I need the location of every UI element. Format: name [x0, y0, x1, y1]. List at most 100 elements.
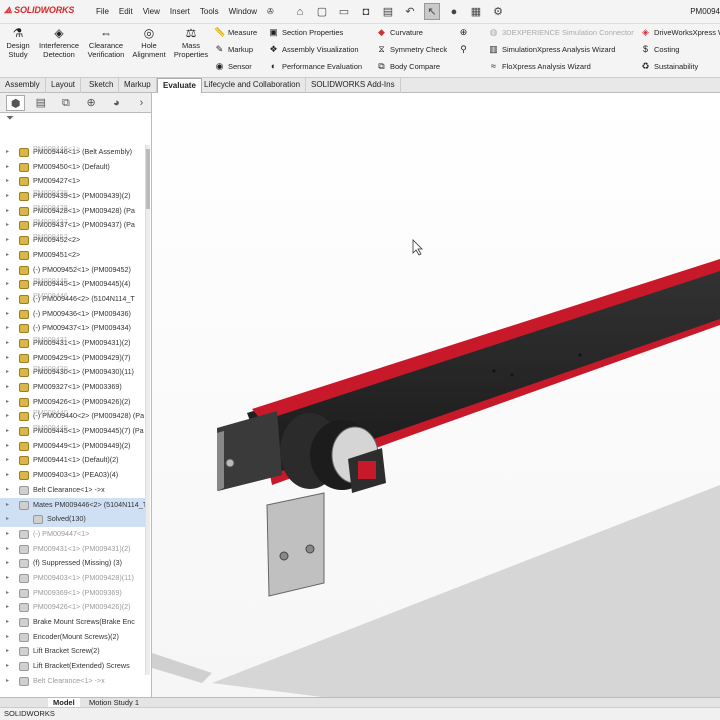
curvature-button[interactable]: ◆ Curvature: [376, 27, 423, 38]
expand-arrow-icon[interactable]: ▸: [6, 483, 9, 498]
floxpress-button[interactable]: ≈ FloXpress Analysis Wizard: [488, 61, 591, 72]
3dexperience-simulation-button[interactable]: ◍ 3DEXPERIENCE Simulation Connector: [488, 27, 634, 38]
tab-lifecycle[interactable]: Lifecycle and Collaboration: [199, 78, 307, 93]
configuration-manager-tab-icon[interactable]: ⧉: [56, 95, 75, 111]
expand-arrow-icon[interactable]: ▸: [6, 233, 9, 248]
tree-item[interactable]: ▸ PM009449<1> (PM009449)(2): [0, 439, 150, 454]
tree-item[interactable]: ▸ PM009446<1> (Belt Assembly) PM009446<1>: [0, 145, 150, 160]
tree-item[interactable]: ▸ PM009369<1> (PM009369): [0, 586, 150, 601]
graphics-area[interactable]: [152, 93, 720, 697]
tab-layout[interactable]: Layout: [46, 78, 82, 93]
expand-arrow-icon[interactable]: ▸: [6, 145, 9, 160]
filter-icon[interactable]: ⏷: [0, 113, 151, 127]
tree-item[interactable]: ▸ PM009403<1> (PM009428)(11): [0, 571, 150, 586]
tree-item[interactable]: ▸ Brake Mount Screws(Brake Enc: [0, 615, 150, 630]
tree-item[interactable]: ▸ Lift Bracket(Extended) Screws: [0, 659, 150, 674]
traffic-light-icon[interactable]: ●: [446, 3, 462, 20]
expand-arrow-icon[interactable]: ▸: [6, 263, 9, 278]
expand-arrow-icon[interactable]: ▸: [6, 409, 9, 424]
lift-bracket[interactable]: [266, 492, 325, 597]
tree-item[interactable]: ▸ Lift Bracket Screw(2): [0, 644, 150, 659]
solidworks-logo[interactable]: ⟁ SOLIDWORKS: [4, 5, 74, 16]
expand-arrow-icon[interactable]: ▸: [6, 630, 9, 645]
open-icon[interactable]: ▭: [336, 3, 352, 20]
save-icon[interactable]: ◘: [358, 3, 374, 20]
expand-arrow-icon[interactable]: ▸: [6, 468, 9, 483]
expand-arrow-icon[interactable]: ▸: [6, 365, 9, 380]
tree-item[interactable]: ▸ PM009445<1> (PM009445)(4) PM009445: [0, 277, 150, 292]
expand-arrow-icon[interactable]: ▸: [6, 424, 9, 439]
expand-arrow-icon[interactable]: ▸: [6, 204, 9, 219]
tree-item[interactable]: ▸ PM009403<1> (PEA03)(4): [0, 468, 150, 483]
expand-arrow-icon[interactable]: ▸: [6, 292, 9, 307]
home-icon[interactable]: ⌂: [292, 3, 308, 20]
tree-item[interactable]: ▸ PM009327<1> (PM003369): [0, 380, 150, 395]
expand-arrow-icon[interactable]: ▸: [6, 439, 9, 454]
tab-addins[interactable]: SOLIDWORKS Add-Ins: [306, 78, 401, 93]
performance-evaluation-button[interactable]: ◐ Performance Evaluation: [268, 61, 362, 72]
tree-item[interactable]: ▸ PM009426<1> (PM009426)(2): [0, 395, 150, 410]
expand-arrow-icon[interactable]: ▸: [6, 556, 9, 571]
costing-button[interactable]: $ Costing: [640, 44, 679, 55]
tree-item[interactable]: ▸ (f) Suppressed (Missing) (3): [0, 556, 150, 571]
simulationxpress-button[interactable]: ▥ SimulationXpress Analysis Wizard: [488, 44, 615, 55]
expand-arrow-icon[interactable]: ▸: [6, 453, 9, 468]
grid-icon[interactable]: ▦: [468, 3, 484, 20]
tree-item[interactable]: ▸ (-) PM009452<1> (PM009452): [0, 263, 150, 278]
tree-item[interactable]: ▸ PM009437<1> (PM009437) (Pa PM009437: [0, 218, 150, 233]
tree-item[interactable]: ▸ (-) PM009440<2> (PM009428) (Pa PM009440: [0, 409, 150, 424]
expand-arrow-icon[interactable]: ▸: [6, 615, 9, 630]
tree-item[interactable]: ▸ PM009428<1> (PM009428) (Pa PM009428: [0, 204, 150, 219]
sensor-button[interactable]: ◉ Sensor: [214, 61, 252, 72]
tree-scrollbar[interactable]: [145, 145, 150, 675]
encoder-connector[interactable]: [358, 461, 376, 479]
tree-item[interactable]: ▸ PM009429<1> (PM009429)(7): [0, 351, 150, 366]
pin-icon[interactable]: ✇: [267, 7, 274, 16]
tree-item[interactable]: ▸ PM009439<1> (PM009439)(2) PM009439: [0, 189, 150, 204]
menu-view[interactable]: View: [143, 7, 160, 16]
tree-item[interactable]: ▸ PM009451<2>: [0, 248, 150, 263]
tab-assembly[interactable]: Assembly: [0, 78, 46, 93]
expand-arrow-icon[interactable]: ▸: [6, 527, 9, 542]
expand-arrow-icon[interactable]: ▸: [6, 248, 9, 263]
expand-arrow-icon[interactable]: ▸: [6, 174, 9, 189]
menu-tools[interactable]: Tools: [200, 7, 219, 16]
select-icon[interactable]: ↖: [424, 3, 440, 20]
section-properties-button[interactable]: ▣ Section Properties: [268, 27, 343, 38]
expand-arrow-icon[interactable]: ▸: [6, 277, 9, 292]
scroll-thumb[interactable]: [146, 149, 150, 209]
tree-item[interactable]: ▸ (-) PM009447<1>: [0, 527, 150, 542]
expand-arrow-icon[interactable]: ▸: [6, 512, 9, 527]
expand-arrow-icon[interactable]: ▸: [6, 586, 9, 601]
property-manager-tab-icon[interactable]: ▤: [31, 95, 50, 111]
tree-item[interactable]: ▸ PM009441<1> (Default)(2): [0, 453, 150, 468]
hole-alignment-button[interactable]: ◎ Hole Alignment: [130, 26, 168, 59]
options-icon[interactable]: ⚙: [490, 3, 506, 20]
measure-button[interactable]: 📏 Measure: [214, 27, 257, 38]
expand-arrow-icon[interactable]: ▸: [6, 395, 9, 410]
expand-arrow-icon[interactable]: ▸: [6, 189, 9, 204]
expand-arrow-icon[interactable]: ▸: [6, 336, 9, 351]
tab-evaluate[interactable]: Evaluate: [157, 78, 202, 93]
tree-item[interactable]: ▸ PM009452<2> PM009452: [0, 233, 150, 248]
expand-arrow-icon[interactable]: ▸: [6, 321, 9, 336]
expand-arrow-icon[interactable]: ▸: [6, 380, 9, 395]
expand-arrow-icon[interactable]: ▸: [6, 307, 9, 322]
tools-dropdown-icon[interactable]: ⚲: [458, 44, 469, 55]
expand-arrow-icon[interactable]: ▸: [6, 351, 9, 366]
tree-item[interactable]: ▸ PM009427<1>: [0, 174, 150, 189]
print-icon[interactable]: ▤: [380, 3, 396, 20]
tree-item[interactable]: ▸ PM009431<1> (PM009431)(2): [0, 542, 150, 557]
expand-arrow-icon[interactable]: ▸: [6, 644, 9, 659]
sustainability-button[interactable]: ♻ Sustainability: [640, 61, 698, 72]
expand-arrow-icon[interactable]: ▸: [6, 498, 9, 513]
tree-item[interactable]: ▸ Belt Clearance<1> ->x: [0, 674, 150, 689]
menu-window[interactable]: Window: [229, 7, 257, 16]
interference-detection-button[interactable]: ◈ Interference Detection: [36, 26, 82, 59]
tree-item[interactable]: ▸ PM009450<1> (Default): [0, 160, 150, 175]
expand-panel-icon[interactable]: ›: [132, 95, 151, 111]
tree-item[interactable]: ▸ Mates PM009446<2> (5104N114_T: [0, 497, 150, 513]
tree-item[interactable]: ▸ PM009445<1> (PM009445)(7) (Pa PM009445: [0, 424, 150, 439]
tree-item[interactable]: ▸ (-) PM009437<1> (PM009434): [0, 321, 150, 336]
symmetry-check-button[interactable]: ⧖ Symmetry Check: [376, 44, 447, 55]
